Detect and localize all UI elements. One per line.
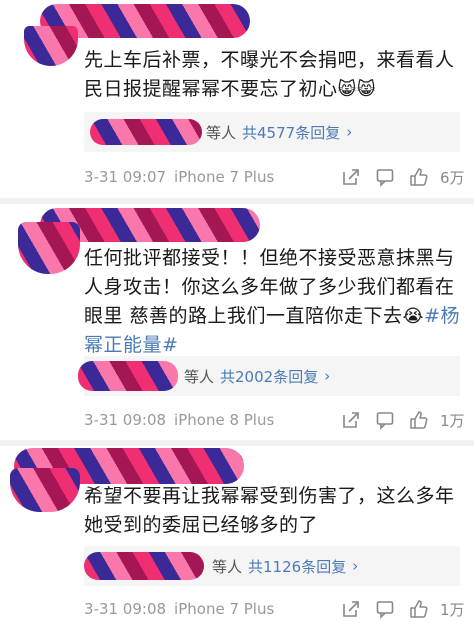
redacted-replier-names <box>84 552 204 580</box>
comment-time: 3-31 09:07 <box>84 168 167 186</box>
like-button[interactable] <box>402 407 436 433</box>
cat-emoji: 😸😸 <box>337 79 377 100</box>
reply-summary[interactable]: 等人 共4577条回复 › <box>84 112 460 152</box>
comment-button[interactable] <box>368 596 402 622</box>
divider <box>0 198 474 204</box>
share-icon <box>343 412 359 428</box>
hashtag-link[interactable]: 幂正能量# <box>84 334 178 356</box>
like-button[interactable] <box>402 596 436 622</box>
comment-text: 希望不要再让我幂幂受到伤害了，这么多年 她受到的委屈已经够多的了 <box>84 485 455 536</box>
comment-actions: 6万 <box>334 164 466 190</box>
like-count: 1万 <box>440 600 465 619</box>
comment-actions: 1万 <box>334 407 466 433</box>
redacted-avatar <box>24 26 78 66</box>
share-button[interactable] <box>334 164 368 190</box>
comment-time: 3-31 09:08 <box>84 600 167 618</box>
redacted-replier-names <box>78 361 178 391</box>
comment-text: 任何批评都接受！！但绝不接受恶意抹黑与 人身攻击！你这么多年做了多少我们都看在 … <box>84 247 461 356</box>
comment-device: iPhone 8 Plus <box>174 411 275 429</box>
thumbs-up-icon <box>410 600 428 618</box>
comment-icon <box>376 412 394 430</box>
divider <box>0 440 474 446</box>
comment-icon <box>376 169 394 187</box>
share-button[interactable] <box>334 407 368 433</box>
reply-count-link[interactable]: 共1126条回复 <box>248 556 346 577</box>
comment-text: 先上车后补票，不曝光不会捐吧，来看看人 民日报提醒幂幂不要忘了初心😸😸 <box>84 46 464 104</box>
chevron-right-icon: › <box>352 557 359 575</box>
crying-emoji: 😭 <box>402 306 425 327</box>
redacted-avatar <box>10 468 80 512</box>
comment-button[interactable] <box>368 407 402 433</box>
like-button[interactable] <box>402 164 436 190</box>
thumbs-up-icon <box>410 411 428 429</box>
comment-icon <box>376 601 394 619</box>
reply-summary[interactable]: 等人 共2002条回复 › <box>78 356 460 396</box>
reply-summary[interactable]: 等人 共1126条回复 › <box>84 546 460 586</box>
redacted-replier-names <box>90 119 202 145</box>
comment-time: 3-31 09:08 <box>84 411 167 429</box>
share-icon <box>343 601 359 617</box>
chevron-right-icon: › <box>324 367 331 385</box>
share-button[interactable] <box>334 596 368 622</box>
reply-count-link[interactable]: 共2002条回复 <box>220 366 318 387</box>
comment-device: iPhone 7 Plus <box>174 600 275 618</box>
thumbs-up-icon <box>410 168 428 186</box>
comment-device: iPhone 7 Plus <box>174 168 275 186</box>
reply-count-link[interactable]: 共4577条回复 <box>242 122 340 143</box>
comment-button[interactable] <box>368 164 402 190</box>
comment-actions: 1万 <box>334 596 466 622</box>
like-count: 1万 <box>440 411 465 430</box>
redacted-avatar <box>18 222 80 274</box>
like-count: 6万 <box>440 168 465 187</box>
chevron-right-icon: › <box>346 123 353 141</box>
hashtag-link[interactable]: #杨 <box>424 305 460 327</box>
share-icon <box>343 169 359 185</box>
